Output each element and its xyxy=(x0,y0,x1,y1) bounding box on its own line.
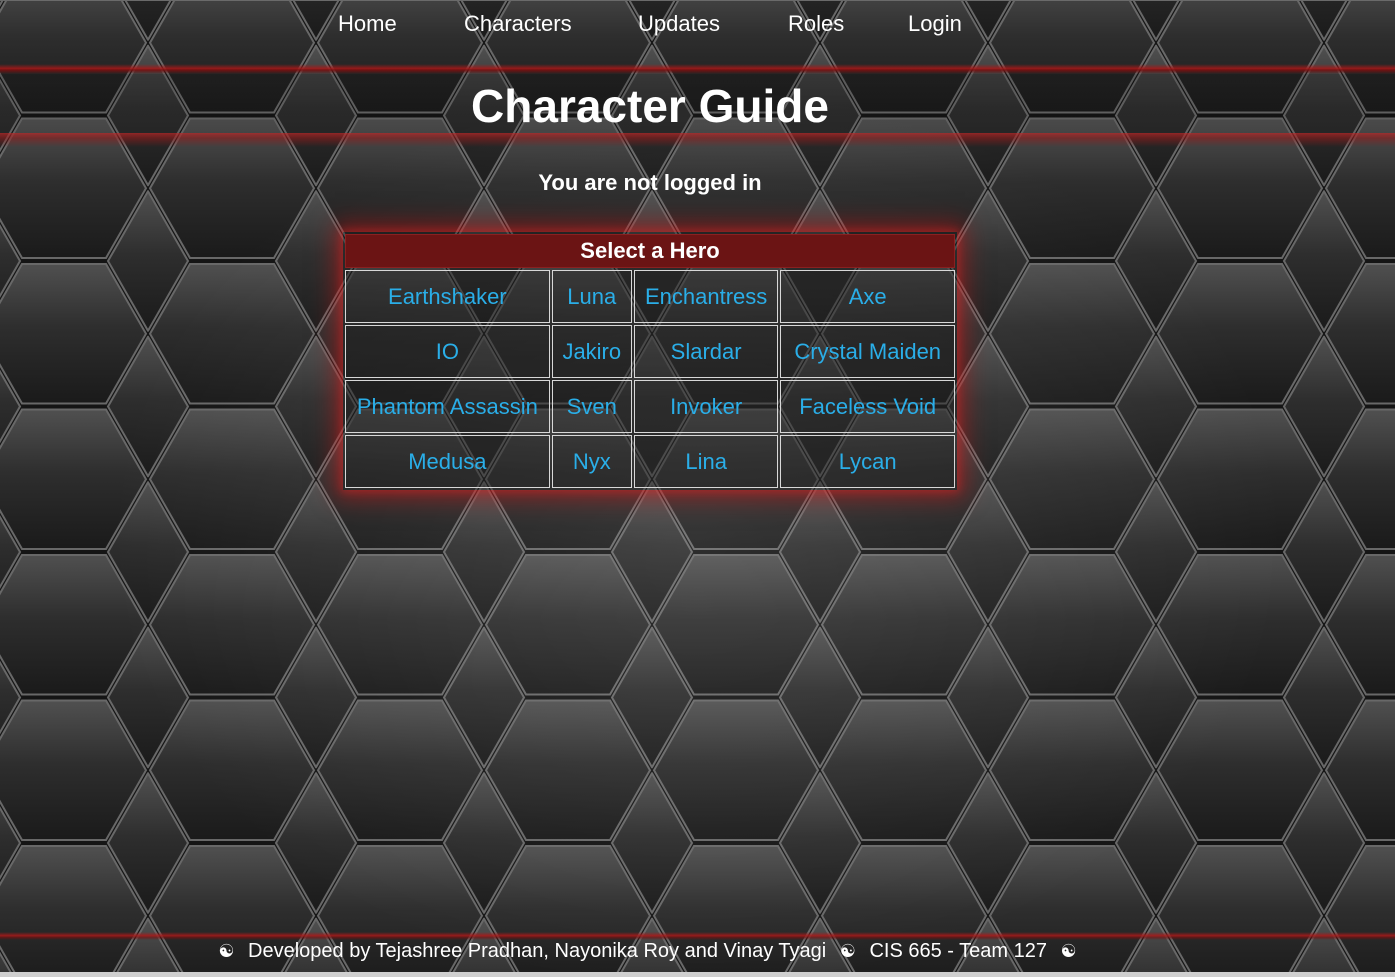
hero-table-row: Earthshaker Luna Enchantress Axe xyxy=(345,270,955,323)
hero-table-row: Phantom Assassin Sven Invoker Faceless V… xyxy=(345,380,955,433)
nav-updates-link[interactable]: Updates xyxy=(638,11,720,37)
hero-link-io[interactable]: IO xyxy=(436,339,459,364)
hero-link-faceless-void[interactable]: Faceless Void xyxy=(799,394,936,419)
nav-menu: Home Characters Updates Roles Login xyxy=(0,11,1395,43)
hero-cell: Faceless Void xyxy=(780,380,955,433)
hero-table-row: Medusa Nyx Lina Lycan xyxy=(345,435,955,488)
hero-link-lina[interactable]: Lina xyxy=(685,449,727,474)
hero-cell: Medusa xyxy=(345,435,550,488)
hero-selection-panel: Select a Hero Earthshaker Luna Enchantre… xyxy=(343,232,957,490)
hero-cell: Phantom Assassin xyxy=(345,380,550,433)
footer-credits: Developed by Tejashree Pradhan, Nayonika… xyxy=(248,940,827,962)
login-status-text: You are not logged in xyxy=(538,170,762,195)
bottom-edge xyxy=(0,972,1395,977)
hero-cell: Lycan xyxy=(780,435,955,488)
hero-cell: Lina xyxy=(633,435,779,488)
hero-link-phantom-assassin[interactable]: Phantom Assassin xyxy=(357,394,538,419)
hero-link-invoker[interactable]: Invoker xyxy=(670,394,742,419)
hero-cell: Enchantress xyxy=(633,270,779,323)
nav-login-link[interactable]: Login xyxy=(908,11,962,37)
hero-link-jakiro[interactable]: Jakiro xyxy=(562,339,621,364)
hero-link-nyx[interactable]: Nyx xyxy=(573,449,611,474)
hero-link-slardar[interactable]: Slardar xyxy=(671,339,742,364)
footer-course: CIS 665 - Team 127 xyxy=(869,940,1047,962)
hero-link-luna[interactable]: Luna xyxy=(567,284,616,309)
hero-link-enchantress[interactable]: Enchantress xyxy=(645,284,767,309)
hero-cell: Luna xyxy=(551,270,632,323)
top-nav: Home Characters Updates Roles Login xyxy=(0,0,1395,72)
hero-table: Select a Hero Earthshaker Luna Enchantre… xyxy=(343,232,957,490)
hero-cell: Invoker xyxy=(633,380,779,433)
hero-link-medusa[interactable]: Medusa xyxy=(408,449,486,474)
nav-home-link[interactable]: Home xyxy=(338,11,397,37)
nav-characters-link[interactable]: Characters xyxy=(464,11,572,37)
hero-cell: Crystal Maiden xyxy=(780,325,955,378)
header-divider xyxy=(0,133,1395,147)
hero-link-crystal-maiden[interactable]: Crystal Maiden xyxy=(794,339,941,364)
hero-table-row: IO Jakiro Slardar Crystal Maiden xyxy=(345,325,955,378)
yin-yang-icon: ☯ xyxy=(1060,941,1077,962)
hero-cell: Slardar xyxy=(633,325,779,378)
hero-link-earthshaker[interactable]: Earthshaker xyxy=(388,284,507,309)
nav-divider xyxy=(0,64,1395,74)
hero-cell: Axe xyxy=(780,270,955,323)
hero-table-caption: Select a Hero xyxy=(345,234,955,268)
hero-link-sven[interactable]: Sven xyxy=(567,394,617,419)
hero-link-lycan[interactable]: Lycan xyxy=(839,449,897,474)
yin-yang-icon: ☯ xyxy=(839,941,856,962)
footer: ☯ Developed by Tejashree Pradhan, Nayoni… xyxy=(0,940,1295,963)
hero-cell: Earthshaker xyxy=(345,270,550,323)
hero-cell: Jakiro xyxy=(551,325,632,378)
yin-yang-icon: ☯ xyxy=(218,941,235,962)
hero-cell: Sven xyxy=(551,380,632,433)
hero-cell: Nyx xyxy=(551,435,632,488)
hero-cell: IO xyxy=(345,325,550,378)
hero-table-caption-row: Select a Hero xyxy=(345,234,955,268)
page-title: Character Guide xyxy=(471,80,829,132)
nav-roles-link[interactable]: Roles xyxy=(788,11,844,37)
footer-divider xyxy=(0,932,1395,940)
hero-link-axe[interactable]: Axe xyxy=(849,284,887,309)
